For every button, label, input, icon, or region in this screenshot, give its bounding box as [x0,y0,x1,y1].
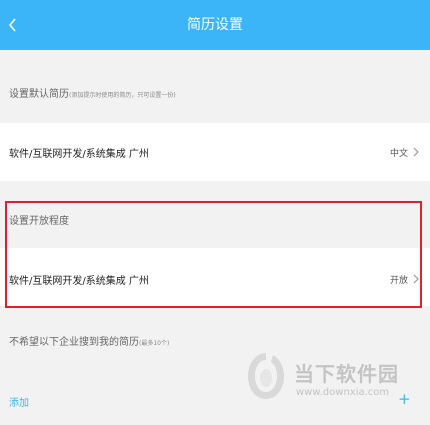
watermark-url: www.downxia.com [296,387,390,398]
default-resume-item-text: 软件/互联网开发/系统集成 广州 [9,149,149,160]
add-company-button[interactable]: 添加 [9,394,29,409]
default-resume-note: (添加提示时使用的简历，只可设置一份) [69,92,176,99]
block-companies-note: (最多10个) [139,340,170,347]
default-resume-section-label: 设置默认简历(添加提示时使用的简历，只可设置一份) [9,85,176,100]
add-icon[interactable]: + [398,392,411,407]
default-resume-row[interactable]: 软件/互联网开发/系统集成 广州 中文 [0,123,430,181]
watermark-text: 当下软件园 [294,362,399,386]
default-resume-label: 设置默认简历 [9,89,69,100]
app-header: 简历设置 [0,0,430,50]
chevron-right-icon [413,147,419,157]
block-companies-label: 不希望以下企业搜到我的简历 [9,337,139,348]
watermark-logo [244,350,288,402]
page-title: 简历设置 [187,17,243,33]
highlight-box [5,201,422,308]
default-resume-language: 中文 [389,149,408,159]
block-companies-section-label: 不希望以下企业搜到我的简历(最多10个) [9,333,169,348]
